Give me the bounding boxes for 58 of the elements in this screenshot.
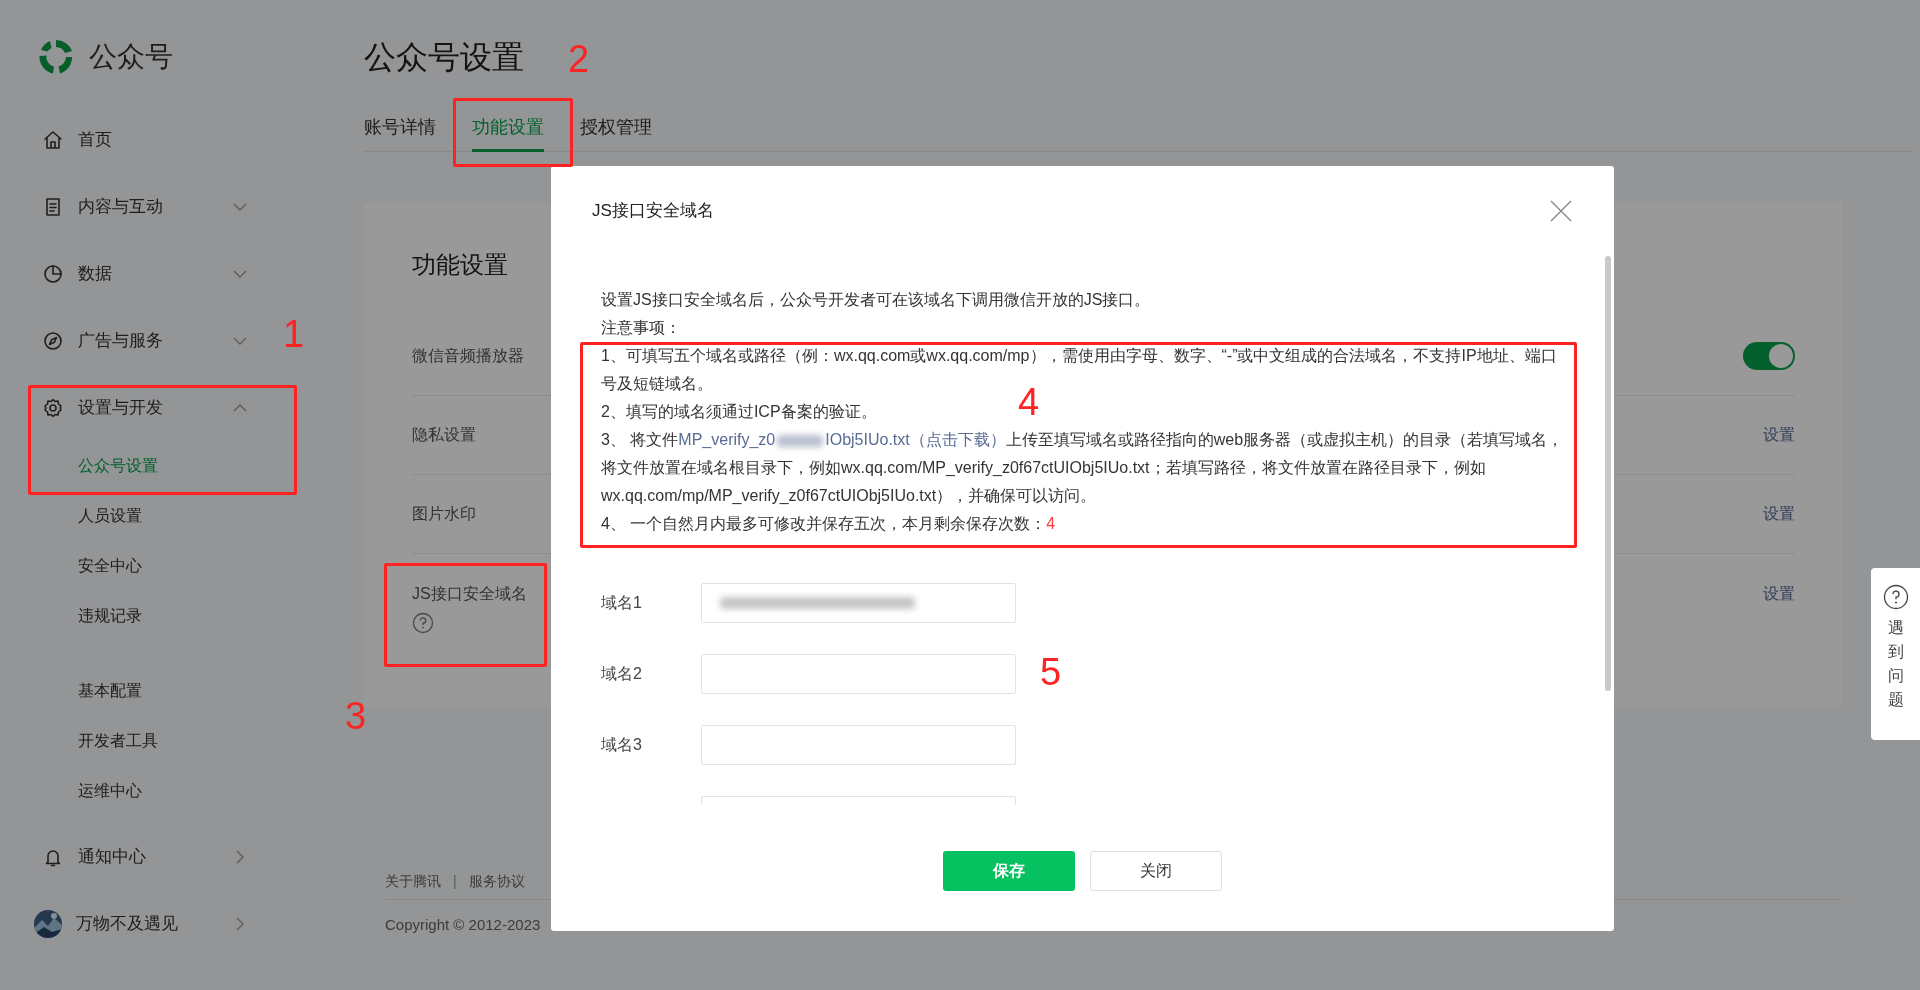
pie-chart-icon [42,262,64,285]
input-field[interactable] [701,583,1016,623]
help-label[interactable]: 遇到问题 [1887,616,1904,712]
home-icon [42,128,64,151]
tab[interactable]: 授权管理 [580,105,652,152]
scrollbar[interactable] [1605,256,1611,691]
annotation-number: 3 [345,694,367,738]
annotation-number: 2 [568,37,590,81]
setting-label: JS接口安全域名 [412,584,527,604]
nav-item[interactable]: 首页 [42,126,112,153]
logo-text: 公众号 [89,40,173,74]
gear-icon [42,396,64,419]
page-title: 公众号设置 [364,38,524,77]
tab[interactable]: 账号详情 [364,105,436,152]
field-label: 域名3 [601,736,642,753]
setting-label: 隐私设置 [412,425,476,445]
settings-link[interactable]: 设置 [1763,502,1795,526]
submenu-item[interactable]: 运维中心 [78,779,142,803]
field-label: 域名1 [601,594,642,611]
submenu-item[interactable]: 开发者工具 [78,729,158,753]
separator-text: | [453,871,457,891]
footer-link[interactable]: 关于腾讯 [385,870,441,892]
close-dialog-button[interactable]: 关闭 [1090,851,1222,891]
submenu-item[interactable]: 人员设置 [78,504,142,528]
annotation-number: 5 [1040,650,1062,694]
submenu-item[interactable]: 安全中心 [78,554,142,578]
field-label: 域名2 [601,665,642,682]
annotation-number: 1 [283,312,305,356]
compass-icon [42,329,64,352]
nav-item[interactable]: 内容与互动 [42,193,163,220]
note-text: 3、 将文件MP_verify_z0 IObj5IUo.txt（点击下载）上传至填写域名或路径指向的web服务器（或虚拟主机）的目录（若填写域名，将文件放置在域名根目录下，例如wx.qq.com/MP_verify_z0f67ctUIObj5IUo.txt；若填写路径，将文件放置在路径目录下，例如wx.qq.com/mp/MP_verify_z0f67ctUIObj5IUo.txt），并确保可以访问。 [601,430,1565,506]
setting-label: 微信音频播放器 [412,346,524,366]
close-icon [1549,199,1573,223]
remaining-count: 4 [1046,515,1056,532]
dialog-title: JS接口安全域名 [592,200,714,223]
submenu-item[interactable]: 基本配置 [78,679,142,703]
nav-item[interactable]: 数据 [42,260,112,287]
toggle-switch[interactable] [1743,342,1795,370]
footer-link[interactable]: 服务协议 [468,870,525,892]
nav-item[interactable]: 广告与服务 [42,327,163,354]
input-field[interactable] [701,725,1016,765]
setting-label: 图片水印 [412,504,476,524]
card-title: 功能设置 [412,250,509,280]
settings-link[interactable]: 设置 [1763,582,1795,606]
help-icon [1882,584,1909,610]
nav-item[interactable]: 设置与开发 [42,394,163,421]
settings-link[interactable]: 设置 [1763,423,1795,447]
blurred-text [777,434,824,447]
note-text: 4、 一个自然月内最多可修改并保存五次，本月剩余保存次数：4 [601,514,1056,534]
copyright-text: Copyright © 2012-2023 [385,915,542,935]
intro-text: 设置JS接口安全域名后，公众号开发者可在该域名下调用微信开放的JS接口。 [601,290,1151,310]
notes-heading: 注意事项： [601,318,681,338]
nav-item[interactable]: 通知中心 [42,843,146,870]
note-text: 2、填写的域名须通过ICP备案的验证。 [601,402,877,422]
download-link[interactable]: MP_verify_z0 IObj5IUo.txt（点击下载） [678,431,1006,448]
nav-item[interactable]: 万物不及遇见 [34,909,178,938]
submenu-item[interactable]: 违规记录 [78,604,142,628]
input-field[interactable] [701,654,1016,694]
